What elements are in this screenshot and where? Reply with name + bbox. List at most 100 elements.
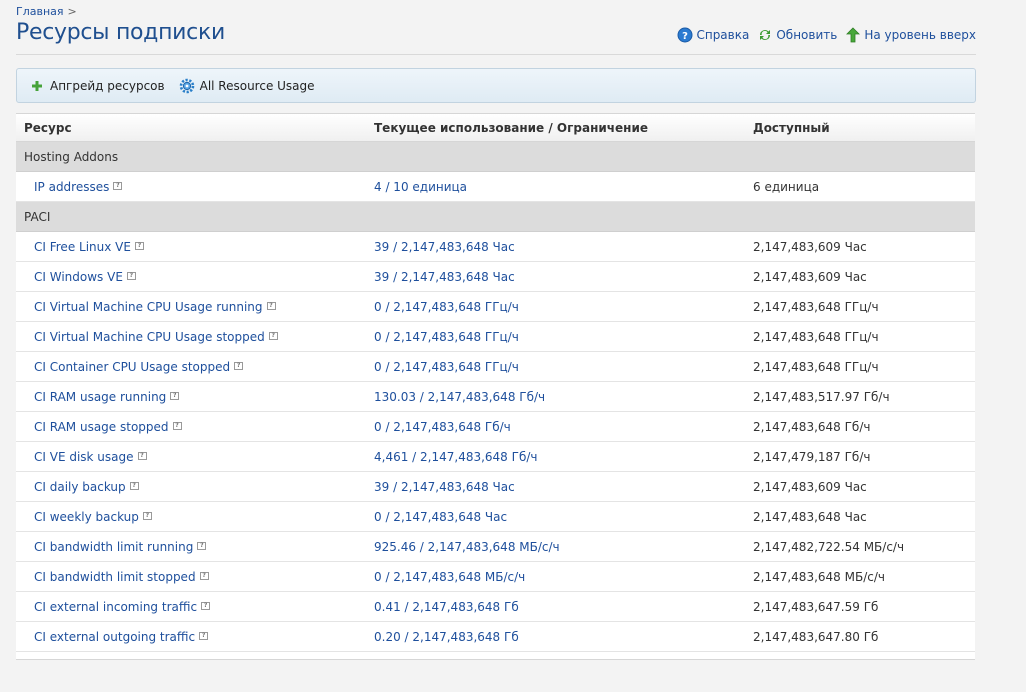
hint-icon[interactable]: ?: [172, 422, 182, 430]
hint-icon[interactable]: ?: [234, 362, 244, 370]
resource-name-link[interactable]: CI bandwidth limit stopped: [34, 570, 196, 584]
help-label: Справка: [696, 28, 750, 42]
upgrade-resources-button[interactable]: Апгрейд ресурсов: [29, 78, 165, 94]
hint-icon[interactable]: ?: [201, 602, 211, 610]
svg-text:?: ?: [683, 31, 689, 42]
hint-icon[interactable]: ?: [142, 512, 152, 520]
all-resource-usage-button[interactable]: All Resource Usage: [179, 78, 315, 94]
resource-name-link[interactable]: CI Free Linux VE: [34, 240, 131, 254]
usage-link[interactable]: 0 / 2,147,483,648 Час: [374, 510, 745, 524]
resource-cell: CI bandwidth limit stopped?: [16, 570, 374, 584]
table-row: CI Virtual Machine CPU Usage running? 0 /…: [16, 292, 975, 322]
up-level-label: На уровень вверх: [864, 28, 976, 42]
hint-icon[interactable]: ?: [129, 482, 139, 490]
refresh-button[interactable]: Обновить: [757, 27, 837, 43]
hint-icon[interactable]: ?: [199, 572, 209, 580]
available-cell: 2,147,483,647.80 Гб: [753, 629, 879, 644]
help-button[interactable]: ? Справка: [677, 27, 749, 43]
usage-link[interactable]: 0 / 2,147,483,648 Гб/ч: [374, 420, 745, 434]
up-level-button[interactable]: На уровень вверх: [845, 27, 976, 43]
resource-name-link[interactable]: CI RAM usage stopped: [34, 420, 169, 434]
resource-name-link[interactable]: CI external outgoing traffic: [34, 630, 195, 644]
resource-cell: CI bandwidth limit running?: [16, 540, 374, 554]
column-header-resource[interactable]: Ресурс: [16, 121, 374, 135]
resource-name-link[interactable]: CI RAM usage running: [34, 390, 166, 404]
hint-icon[interactable]: ?: [268, 332, 278, 340]
table-row: CI RAM usage running? 130.03 / 2,147,483,…: [16, 382, 975, 412]
available-cell: 2,147,483,517.97 Гб/ч: [753, 389, 890, 404]
hint-icon[interactable]: ?: [113, 182, 123, 190]
resource-cell: CI Container CPU Usage stopped?: [16, 360, 374, 374]
available-cell: 2,147,483,648 ГГц/ч: [753, 359, 879, 374]
resource-cell: CI weekly backup?: [16, 510, 374, 524]
all-resource-usage-label: All Resource Usage: [199, 78, 315, 93]
page-title: Ресурсы подписки: [16, 20, 225, 45]
table-row: CI weekly backup? 0 / 2,147,483,648 Час 2,…: [16, 502, 975, 532]
resource-cell: CI external incoming traffic?: [16, 600, 374, 614]
refresh-label: Обновить: [776, 28, 838, 42]
resource-name-link[interactable]: IP addresses: [34, 180, 109, 194]
available-cell: 2,147,483,609 Час: [753, 479, 867, 494]
available-cell: 2,147,483,609 Час: [753, 239, 867, 254]
resource-name-link[interactable]: CI external incoming traffic: [34, 600, 197, 614]
available-cell: 2,147,483,647.59 Гб: [753, 599, 879, 614]
resources-table: Ресурс Текущее использование / Ограничен…: [16, 113, 975, 660]
toolbar: Апгрейд ресурсов All Resource Usage: [16, 68, 976, 103]
usage-link[interactable]: 39 / 2,147,483,648 Час: [374, 270, 745, 284]
hint-icon[interactable]: ?: [170, 392, 180, 400]
table-row: CI bandwidth limit stopped? 0 / 2,147,483…: [16, 562, 975, 592]
table-header: Ресурс Текущее использование / Ограничен…: [16, 113, 975, 142]
resource-name-link[interactable]: CI Virtual Machine CPU Usage stopped: [34, 330, 265, 344]
usage-link[interactable]: 4 / 10 единица: [374, 180, 745, 194]
usage-link[interactable]: 925.46 / 2,147,483,648 МБ/с/ч: [374, 540, 745, 554]
resource-name-link[interactable]: CI bandwidth limit running: [34, 540, 193, 554]
usage-link[interactable]: 0.41 / 2,147,483,648 Гб: [374, 600, 745, 614]
resource-cell: CI Virtual Machine CPU Usage stopped?: [16, 330, 374, 344]
usage-link[interactable]: 130.03 / 2,147,483,648 Гб/ч: [374, 390, 745, 404]
page-actions: ? Справка Обновить На уровень вверх: [677, 27, 976, 43]
table-row: CI VE disk usage? 4,461 / 2,147,483,648 Г…: [16, 442, 975, 472]
column-header-usage[interactable]: Текущее использование / Ограничение: [374, 121, 745, 135]
column-header-available[interactable]: Доступный: [745, 121, 975, 135]
refresh-icon: [757, 27, 773, 43]
hint-icon[interactable]: ?: [197, 542, 207, 550]
hint-icon[interactable]: ?: [126, 272, 136, 280]
available-cell: 2,147,483,648 Час: [753, 509, 867, 524]
usage-link[interactable]: 4,461 / 2,147,483,648 Гб/ч: [374, 450, 745, 464]
resource-name-link[interactable]: CI Virtual Machine CPU Usage running: [34, 300, 263, 314]
table-row: CI Free Linux VE? 39 / 2,147,483,648 Час 2…: [16, 232, 975, 262]
usage-link[interactable]: 0 / 2,147,483,648 МБ/с/ч: [374, 570, 745, 584]
table-row: CI bandwidth limit running? 925.46 / 2,14…: [16, 532, 975, 562]
table-row: CI Virtual Machine CPU Usage stopped? 0 /…: [16, 322, 975, 352]
table-row: CI daily backup? 39 / 2,147,483,648 Час 2,…: [16, 472, 975, 502]
resource-name-link[interactable]: CI weekly backup: [34, 510, 139, 524]
resource-cell: CI VE disk usage?: [16, 450, 374, 464]
resource-cell: CI external outgoing traffic?: [16, 630, 374, 644]
usage-link[interactable]: 0.20 / 2,147,483,648 Гб: [374, 630, 745, 644]
table-body: Hosting Addons IP addresses? 4 / 10 единиц…: [16, 142, 975, 652]
hint-icon[interactable]: ?: [199, 632, 209, 640]
usage-link[interactable]: 0 / 2,147,483,648 ГГц/ч: [374, 300, 745, 314]
usage-link[interactable]: 39 / 2,147,483,648 Час: [374, 240, 745, 254]
upgrade-resources-label: Апгрейд ресурсов: [50, 78, 165, 93]
available-cell: 2,147,479,187 Гб/ч: [753, 449, 871, 464]
hint-icon[interactable]: ?: [134, 242, 144, 250]
gear-icon: [179, 78, 195, 94]
resource-name-link[interactable]: CI daily backup: [34, 480, 126, 494]
hint-icon[interactable]: ?: [266, 302, 276, 310]
hint-icon[interactable]: ?: [137, 452, 147, 460]
resource-cell: CI Windows VE?: [16, 270, 374, 284]
resource-cell: IP addresses?: [16, 180, 374, 194]
table-row: CI RAM usage stopped? 0 / 2,147,483,648 Г…: [16, 412, 975, 442]
usage-link[interactable]: 0 / 2,147,483,648 ГГц/ч: [374, 330, 745, 344]
usage-link[interactable]: 0 / 2,147,483,648 ГГц/ч: [374, 360, 745, 374]
resource-name-link[interactable]: CI VE disk usage: [34, 450, 134, 464]
help-icon: ?: [677, 27, 693, 43]
resource-name-link[interactable]: CI Container CPU Usage stopped: [34, 360, 230, 374]
table-row: CI Windows VE? 39 / 2,147,483,648 Час 2,14…: [16, 262, 975, 292]
available-cell: 2,147,483,648 ГГц/ч: [753, 299, 879, 314]
usage-link[interactable]: 39 / 2,147,483,648 Час: [374, 480, 745, 494]
breadcrumb-home-link[interactable]: Главная: [16, 5, 64, 18]
resource-cell: CI RAM usage running?: [16, 390, 374, 404]
resource-name-link[interactable]: CI Windows VE: [34, 270, 123, 284]
